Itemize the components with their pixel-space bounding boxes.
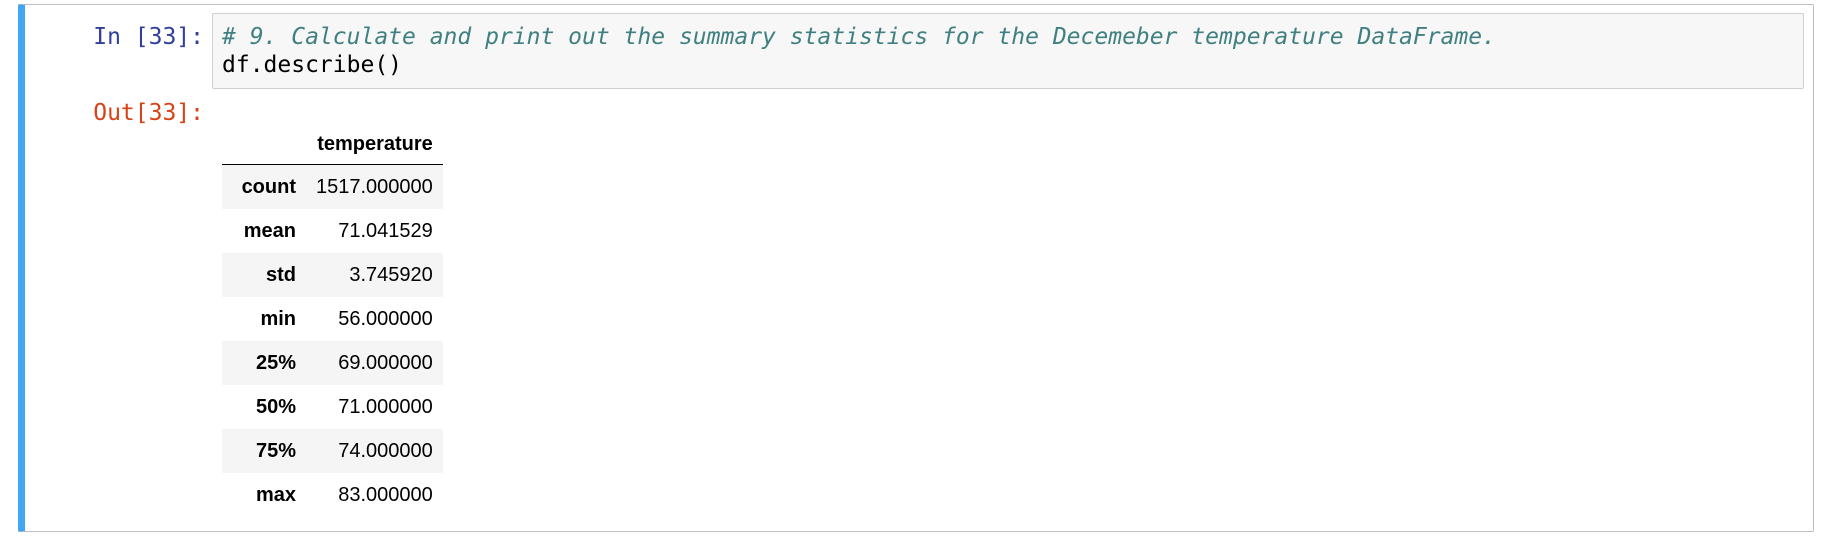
code-statement-line: df.describe()	[222, 52, 403, 78]
row-label: std	[266, 263, 296, 286]
table-row: std 3.745920	[222, 253, 443, 297]
column-header-temperature: temperature	[306, 124, 443, 165]
cell-value: 1517.000000	[316, 175, 433, 198]
table-row: 50% 71.000000	[222, 385, 443, 429]
row-label: 75%	[255, 439, 296, 462]
cell-value: 74.000000	[338, 439, 433, 462]
row-label: 50%	[255, 395, 296, 418]
row-label: count	[241, 175, 296, 198]
table-row: 25% 69.000000	[222, 341, 443, 385]
row-label: min	[260, 307, 296, 330]
cell-value: 69.000000	[338, 351, 433, 374]
table-row: min 56.000000	[222, 297, 443, 341]
table-row: 75% 74.000000	[222, 429, 443, 473]
row-label: max	[255, 483, 296, 506]
row-label: 25%	[255, 351, 296, 374]
cell-value: 71.041529	[338, 219, 433, 242]
out-prompt: Out[33]:	[93, 100, 204, 126]
in-prompt: In [33]:	[93, 24, 204, 50]
table-row: max 83.000000	[222, 473, 443, 517]
cell-value: 83.000000	[338, 483, 433, 506]
table-row: mean 71.041529	[222, 209, 443, 253]
dataframe-table: temperature count 1517.000000 mean 71.04…	[222, 124, 443, 517]
output-area: temperature count 1517.000000 mean 71.04…	[222, 124, 443, 517]
row-label: mean	[243, 219, 296, 242]
table-header-row: temperature	[222, 124, 443, 165]
code-editor[interactable]: # 9. Calculate and print out the summary…	[212, 13, 1804, 89]
index-header	[222, 124, 306, 165]
cell-value: 56.000000	[338, 307, 433, 330]
table-row: count 1517.000000	[222, 164, 443, 209]
code-comment-line: # 9. Calculate and print out the summary…	[222, 24, 1496, 50]
cell-value: 71.000000	[338, 395, 433, 418]
cell-value: 3.745920	[349, 263, 433, 286]
